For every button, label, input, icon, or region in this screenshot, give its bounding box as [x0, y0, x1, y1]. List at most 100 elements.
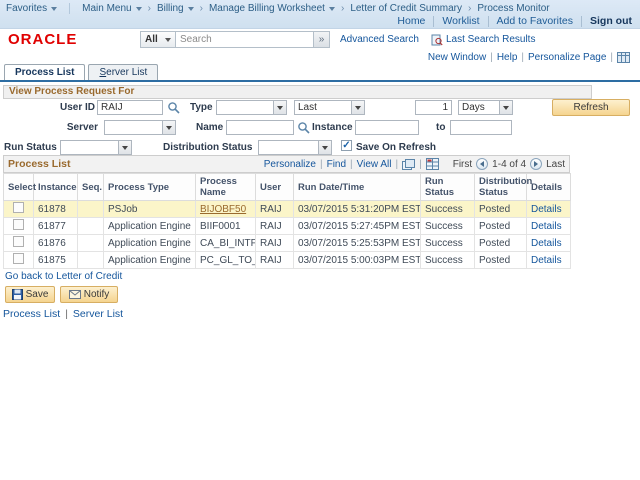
notify-button[interactable]: Notify	[60, 286, 118, 303]
last-search-results-link[interactable]: Last Search Results	[446, 34, 536, 45]
instance-from-input[interactable]	[355, 120, 419, 135]
toolbar-divider	[396, 159, 399, 170]
view-all-link[interactable]: View All	[357, 159, 392, 170]
home-link[interactable]: Home	[397, 15, 425, 27]
search-go-button[interactable]	[314, 31, 330, 48]
breadcrumb-separator	[148, 3, 151, 14]
user-id-lookup-icon[interactable]	[167, 101, 181, 115]
col-process-name: Process Name	[196, 174, 256, 201]
sign-out-link[interactable]: Sign out	[590, 15, 632, 27]
cell-run-status: Success	[421, 252, 475, 269]
chevron-down-icon	[273, 101, 286, 114]
footer-process-list-link[interactable]: Process List	[3, 308, 60, 320]
breadcrumb-label: Main Menu	[82, 3, 131, 14]
worklist-link[interactable]: Worklist	[442, 15, 479, 27]
row-checkbox[interactable]	[13, 253, 24, 264]
details-link[interactable]: Details	[531, 204, 562, 215]
details-link[interactable]: Details	[531, 255, 562, 266]
distribution-status-select[interactable]	[258, 140, 332, 155]
user-id-label: User ID	[30, 102, 95, 113]
cell-run-datetime: 03/07/2015 5:00:03PM EST	[294, 252, 421, 269]
cell-seq	[78, 201, 104, 218]
server-select[interactable]	[104, 120, 176, 135]
details-link[interactable]: Details	[531, 221, 562, 232]
chevron-down-icon	[351, 101, 364, 114]
footer-server-list-link[interactable]: Server List	[73, 308, 123, 320]
zoom-grid-icon[interactable]	[402, 159, 415, 170]
process-name-lookup-icon[interactable]	[297, 121, 311, 135]
cell-run-status: Success	[421, 201, 475, 218]
page-tabs: Process List Server List	[4, 64, 161, 80]
search-input[interactable]	[176, 31, 314, 48]
save-button[interactable]: Save	[5, 286, 55, 303]
cell-seq	[78, 235, 104, 252]
chevron-down-icon	[165, 38, 171, 42]
view-process-request-header: View Process Request For	[3, 85, 592, 99]
days-unit-value: Days	[459, 102, 499, 113]
instance-to-input[interactable]	[450, 120, 512, 135]
search-scope-dropdown[interactable]: All	[140, 31, 176, 48]
tab-process-list[interactable]: Process List	[4, 64, 85, 80]
cell-run-status: Success	[421, 218, 475, 235]
tab-label: Server List	[99, 67, 147, 78]
personalize-link[interactable]: Personalize	[264, 159, 316, 170]
col-instance: Instance	[34, 174, 78, 201]
details-link[interactable]: Details	[531, 238, 562, 249]
cell-process-name: BIIF0001	[196, 218, 256, 235]
process-name-input[interactable]	[226, 120, 294, 135]
breadcrumb-billing[interactable]: Billing	[157, 3, 194, 14]
footer-links-divider	[65, 308, 68, 320]
breadcrumb-label: Billing	[157, 3, 184, 14]
cell-process-type: PSJob	[104, 201, 196, 218]
toolbar-divider	[350, 159, 353, 170]
breadcrumb-favorites[interactable]: Favorites	[6, 3, 57, 14]
add-to-favorites-link[interactable]: Add to Favorites	[497, 15, 573, 27]
type-select[interactable]	[216, 100, 287, 115]
col-run-datetime: Run Date/Time	[294, 174, 421, 201]
previous-page-icon[interactable]	[476, 158, 488, 170]
last-select[interactable]: Last	[294, 100, 365, 115]
days-count-input[interactable]	[415, 100, 452, 115]
next-page-icon[interactable]	[530, 158, 542, 170]
row-checkbox[interactable]	[13, 219, 24, 230]
breadcrumb-label: Favorites	[6, 3, 47, 14]
go-back-link[interactable]: Go back to Letter of Credit	[5, 271, 122, 282]
new-window-link[interactable]: New Window	[428, 52, 486, 63]
refresh-button[interactable]: Refresh	[552, 99, 630, 116]
breadcrumb-main-menu[interactable]: Main Menu	[82, 3, 141, 14]
save-on-refresh-checkbox[interactable]	[341, 140, 352, 151]
table-row: 61876 Application Engine CA_BI_INTFC RAI…	[4, 235, 571, 252]
row-checkbox[interactable]	[13, 236, 24, 247]
row-checkbox[interactable]	[13, 202, 24, 213]
grid-icon[interactable]	[617, 52, 630, 63]
run-status-select[interactable]	[60, 140, 132, 155]
days-unit-select[interactable]: Days	[458, 100, 513, 115]
last-search-results-icon	[431, 34, 443, 46]
table-row: 61878 PSJob BIJOBF50 RAIJ 03/07/2015 5:3…	[4, 201, 571, 218]
notify-envelope-icon	[69, 290, 81, 299]
find-link[interactable]: Find	[327, 159, 346, 170]
tab-server-list[interactable]: Server List	[88, 64, 158, 80]
caret-down-icon	[188, 7, 194, 11]
page-links: New Window Help Personalize Page	[428, 52, 630, 63]
breadcrumb-process-monitor[interactable]: Process Monitor	[477, 3, 549, 14]
help-link[interactable]: Help	[497, 52, 518, 63]
user-id-input[interactable]	[97, 100, 163, 115]
breadcrumb-separator	[200, 3, 203, 14]
chevron-down-icon	[118, 141, 131, 154]
breadcrumb-divider	[69, 3, 70, 14]
breadcrumb-letter-of-credit-summary[interactable]: Letter of Credit Summary	[350, 3, 462, 14]
advanced-search-link[interactable]: Advanced Search	[340, 34, 419, 45]
personalize-page-link[interactable]: Personalize Page	[528, 52, 606, 63]
download-to-excel-icon[interactable]	[426, 158, 439, 170]
breadcrumb-separator	[341, 3, 344, 14]
breadcrumb-separator	[468, 3, 471, 14]
cell-process-type: Application Engine	[104, 252, 196, 269]
breadcrumb-manage-billing-worksheet[interactable]: Manage Billing Worksheet	[209, 3, 335, 14]
col-user: User	[256, 174, 294, 201]
first-label[interactable]: First	[453, 159, 472, 170]
page-links-divider	[610, 52, 613, 63]
last-label[interactable]: Last	[546, 159, 565, 170]
process-name-link[interactable]: BIJOBF50	[200, 204, 246, 215]
distribution-status-label: Distribution Status	[163, 142, 252, 153]
